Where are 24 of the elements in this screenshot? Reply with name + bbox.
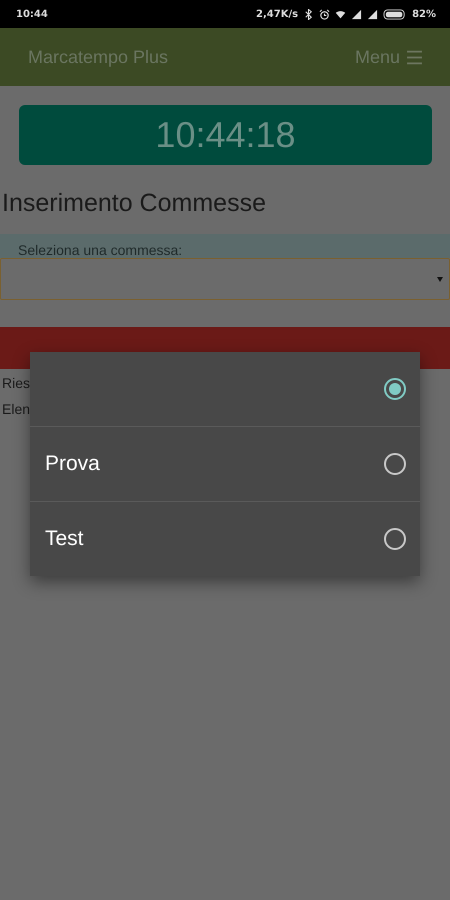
clock-display: 10:44:18 xyxy=(19,105,432,165)
radio-button[interactable] xyxy=(384,528,406,550)
battery-percent: 82% xyxy=(412,8,436,20)
radio-button[interactable] xyxy=(384,453,406,475)
app-title: Marcatempo Plus xyxy=(28,46,168,68)
alarm-icon xyxy=(319,8,330,20)
status-time: 10:44 xyxy=(16,8,48,20)
signal-icon xyxy=(351,8,362,20)
option-row[interactable]: Test xyxy=(30,501,420,576)
network-speed: 2,47K/s xyxy=(256,8,298,20)
radio-button[interactable] xyxy=(384,378,406,400)
wifi-icon xyxy=(335,8,346,20)
bluetooth-icon xyxy=(303,8,314,20)
option-label: Prova xyxy=(45,452,100,476)
option-row[interactable]: Prova xyxy=(30,426,420,501)
text-line: Elen xyxy=(1,400,30,419)
signal-icon xyxy=(367,8,378,20)
caret-icon xyxy=(437,277,443,282)
battery-icon xyxy=(383,8,408,20)
select-label: Seleziona una commessa: xyxy=(0,234,450,258)
page-heading: Inserimento Commesse xyxy=(2,189,267,218)
text-line: Ries xyxy=(1,374,30,393)
menu-icon xyxy=(406,50,423,64)
option-label: Test xyxy=(45,527,84,551)
